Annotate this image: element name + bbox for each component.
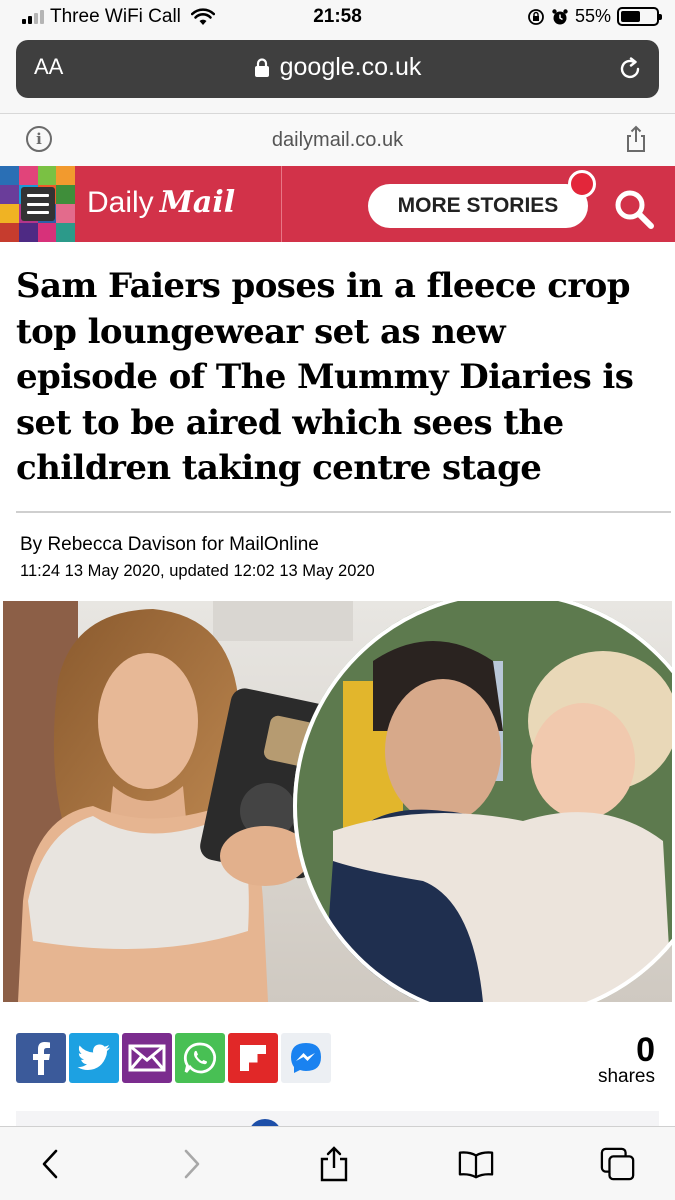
daily-mail-logo[interactable]: Daily Mail (87, 185, 235, 220)
twitter-share-button[interactable] (69, 1033, 119, 1083)
reload-icon[interactable] (617, 56, 643, 82)
browser-toolbar (0, 1126, 675, 1200)
bookmarks-button[interactable] (458, 1145, 494, 1183)
share-icon[interactable] (625, 125, 647, 153)
tabs-button[interactable] (600, 1145, 636, 1183)
flipboard-share-button[interactable] (228, 1033, 278, 1083)
tabs-icon (600, 1147, 635, 1181)
logo-mail: Mail (159, 185, 236, 220)
site-domain: dailymail.co.uk (271, 129, 404, 151)
menu-button[interactable] (21, 187, 55, 221)
article-dateline: 11:24 13 May 2020, updated 12:02 13 May … (20, 562, 375, 580)
back-icon (42, 1149, 58, 1179)
lock-icon (254, 57, 269, 77)
battery-icon (617, 7, 662, 26)
whatsapp-share-button[interactable] (175, 1033, 225, 1083)
notification-dot (568, 170, 596, 198)
share-count: 0 shares (597, 1031, 655, 1088)
email-share-button[interactable] (122, 1033, 172, 1083)
url-display[interactable]: google.co.uk (16, 53, 659, 82)
facebook-icon (33, 1042, 50, 1075)
bookmarks-icon (458, 1151, 494, 1179)
share-icon (320, 1146, 348, 1182)
battery-level (621, 11, 640, 22)
whatsapp-icon (183, 1042, 217, 1074)
battery-percentage: 55% (574, 6, 611, 26)
email-icon (128, 1044, 166, 1072)
article-hero-image[interactable] (3, 601, 672, 1002)
messenger-share-button[interactable] (281, 1033, 331, 1083)
site-info-bar: i dailymail.co.uk (0, 114, 675, 166)
back-button[interactable] (32, 1145, 68, 1183)
twitter-icon (77, 1044, 110, 1070)
status-bar: Three WiFi Call 21:58 55% (0, 0, 675, 34)
messenger-icon (291, 1043, 321, 1073)
browser-address-area: AA google.co.uk (0, 34, 675, 114)
headline-divider (16, 511, 671, 513)
forward-button[interactable] (174, 1145, 210, 1183)
share-count-number: 0 (636, 1031, 655, 1069)
share-count-label: shares (597, 1066, 655, 1087)
url-text: google.co.uk (279, 53, 422, 81)
article-headline: Sam Faiers poses in a fleece crop top lo… (16, 266, 634, 488)
header-divider (281, 166, 282, 242)
share-button[interactable] (316, 1145, 352, 1183)
status-right: 55% (527, 6, 662, 27)
orientation-lock-icon (528, 8, 544, 25)
article-byline[interactable]: By Rebecca Davison for MailOnline (20, 534, 319, 556)
logo-daily: Daily (87, 186, 154, 219)
share-buttons (16, 1033, 331, 1083)
more-stories-button[interactable]: MORE STORIES (368, 184, 588, 228)
search-icon[interactable] (611, 186, 657, 232)
alarm-icon (552, 8, 568, 24)
forward-icon (184, 1149, 200, 1179)
address-bar[interactable]: AA google.co.uk (16, 40, 659, 98)
hero-illustration (3, 601, 672, 1002)
facebook-share-button[interactable] (16, 1033, 66, 1083)
flipboard-icon (240, 1045, 266, 1071)
